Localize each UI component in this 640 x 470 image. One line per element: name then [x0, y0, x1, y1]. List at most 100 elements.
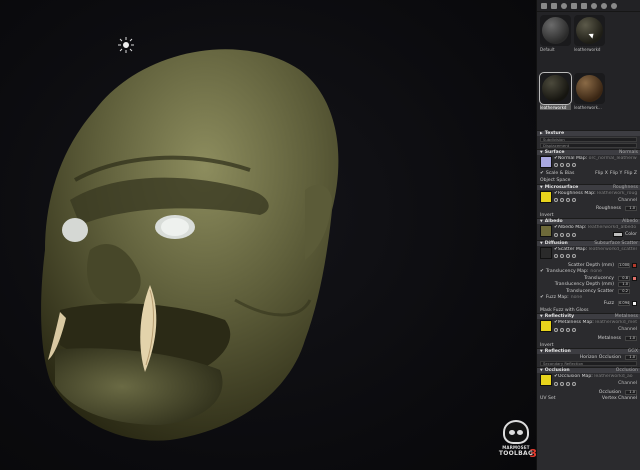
scatter-depth-value[interactable]: 1.000: [618, 263, 630, 269]
displacement-dropdown[interactable]: Displacement: [540, 143, 637, 149]
uv-set-label[interactable]: UV Set: [540, 396, 556, 401]
orc-head-model: [41, 49, 339, 441]
edit-icon[interactable]: [566, 254, 570, 259]
horizon-occlusion-label: Horizon Occlusion: [579, 354, 621, 360]
new-icon[interactable]: [541, 2, 547, 9]
material-label: leatherworkd: [574, 47, 601, 52]
occlusion-mode[interactable]: Occlusion: [616, 368, 638, 373]
occlusion-map-swatch[interactable]: [540, 374, 552, 387]
vertex-channel-label[interactable]: Vertex Channel: [602, 396, 637, 401]
close-icon[interactable]: [572, 254, 576, 259]
edit-icon[interactable]: [566, 198, 570, 203]
section-title: Reflection: [544, 349, 571, 355]
microsurface-mode[interactable]: Roughness: [613, 185, 638, 190]
object-space-label[interactable]: Object Space: [540, 178, 570, 183]
occlusion-value[interactable]: 1.0: [625, 389, 637, 395]
flip-y-label[interactable]: Flip Y: [610, 171, 622, 176]
fuzz-value[interactable]: 0.094: [618, 301, 630, 307]
compass-icon[interactable]: [611, 2, 617, 9]
edit-icon[interactable]: [566, 381, 570, 386]
channel-dropdown[interactable]: Channel: [618, 198, 637, 203]
diffusion-mode[interactable]: Subsurface Scatter: [594, 241, 638, 246]
metalness-map-file: leatherworkd_metalness: [595, 320, 637, 326]
fuzz-color-chip[interactable]: [632, 301, 637, 307]
flip-x-label[interactable]: Flip X: [595, 171, 608, 176]
search-icon[interactable]: [554, 327, 558, 332]
edit-icon[interactable]: [566, 162, 570, 167]
section-title: Albedo: [544, 219, 563, 225]
albedo-mode[interactable]: Albedo: [622, 219, 638, 224]
normal-map-swatch[interactable]: [540, 155, 552, 168]
roughness-map-file: leatherwork_roughness: [597, 190, 637, 196]
close-icon[interactable]: [572, 198, 576, 203]
normal-map-file: orc_normal_leatherworked: [588, 155, 637, 161]
delete-icon[interactable]: [571, 2, 577, 9]
material-leather-3[interactable]: leatherwork...: [574, 73, 605, 128]
close-icon[interactable]: [572, 327, 576, 332]
scatter-map-swatch[interactable]: [540, 247, 552, 260]
fuzz-map-file: none: [570, 294, 583, 300]
search-icon[interactable]: [554, 162, 558, 167]
edit-icon[interactable]: [566, 232, 570, 237]
material-sphere: [574, 73, 605, 104]
metalness-value[interactable]: 1.0: [625, 336, 637, 342]
close-icon[interactable]: [572, 162, 576, 167]
settings-icon[interactable]: [561, 2, 567, 9]
reload-icon[interactable]: [560, 327, 564, 332]
mask-fuzz-label[interactable]: Mask Fuzz with Gloss: [540, 308, 589, 313]
material-leather-1[interactable]: leatherworkd: [574, 15, 605, 70]
metalness-map-swatch[interactable]: [540, 320, 552, 333]
horizon-occlusion-value[interactable]: 1.0: [625, 354, 637, 360]
edit-icon[interactable]: [566, 327, 570, 332]
roughness-map-swatch[interactable]: [540, 190, 552, 203]
duplicate-icon[interactable]: [551, 2, 557, 9]
light-bulb-icon[interactable]: [117, 36, 135, 54]
flip-z-label[interactable]: Flip Z: [624, 171, 637, 176]
close-icon[interactable]: [572, 232, 576, 237]
albedo-map-swatch[interactable]: [540, 225, 552, 238]
scale-bias-checkbox[interactable]: ✔: [540, 171, 544, 176]
search-icon[interactable]: [554, 198, 558, 203]
gear-icon[interactable]: [601, 2, 607, 9]
section-title: Occlusion: [544, 368, 570, 374]
subdivision-dropdown[interactable]: Subdivision: [540, 136, 637, 142]
palette-icon[interactable]: [591, 2, 597, 9]
albedo-color-chip[interactable]: [613, 232, 623, 238]
translucency-depth-value[interactable]: 1.0: [618, 282, 630, 288]
roughness-value[interactable]: 1.0: [625, 206, 637, 212]
section-title: Texture: [544, 131, 565, 136]
reflectivity-mode[interactable]: Metalness: [615, 314, 638, 319]
scatter-color-chip[interactable]: [632, 263, 637, 269]
material-label: leatherwork...: [574, 105, 602, 110]
metalness-map-label: Metalness Map:: [557, 320, 594, 326]
material-default[interactable]: Default: [540, 15, 571, 70]
material-leather-2[interactable]: leatherworkd: [539, 72, 572, 128]
translucency-label: Translucency: [584, 275, 614, 281]
material-sphere: [574, 15, 605, 46]
search-icon[interactable]: [554, 254, 558, 259]
invert-label[interactable]: Invert: [540, 343, 554, 348]
search-icon[interactable]: [554, 232, 558, 237]
translucency-scatter-value[interactable]: 0.2: [618, 288, 630, 294]
material-label: Default: [540, 47, 555, 52]
3d-viewport[interactable]: MARMOSET TOOLBAG 3: [0, 0, 536, 470]
search-icon[interactable]: [554, 381, 558, 386]
section-title: Diffusion: [544, 241, 568, 247]
channel-dropdown[interactable]: Channel: [618, 381, 637, 386]
scatter-map-file: leatherworkd_scatter: [588, 247, 637, 253]
secondary-reflection-dropdown[interactable]: Secondary Reflection: [540, 361, 637, 367]
surface-mode[interactable]: Normals: [619, 150, 638, 155]
marmoset-mask-icon: [503, 420, 529, 444]
close-icon[interactable]: [572, 381, 576, 386]
reflection-mode[interactable]: GGX: [628, 349, 638, 354]
grid-icon[interactable]: [581, 2, 587, 9]
translucency-color-chip[interactable]: [632, 275, 637, 281]
reload-icon[interactable]: [560, 162, 564, 167]
reload-icon[interactable]: [560, 381, 564, 386]
channel-dropdown[interactable]: Channel: [618, 327, 637, 332]
reload-icon[interactable]: [560, 232, 564, 237]
invert-label[interactable]: Invert: [540, 213, 554, 218]
reload-icon[interactable]: [560, 254, 564, 259]
reload-icon[interactable]: [560, 198, 564, 203]
translucency-value[interactable]: 0.8: [618, 275, 630, 281]
